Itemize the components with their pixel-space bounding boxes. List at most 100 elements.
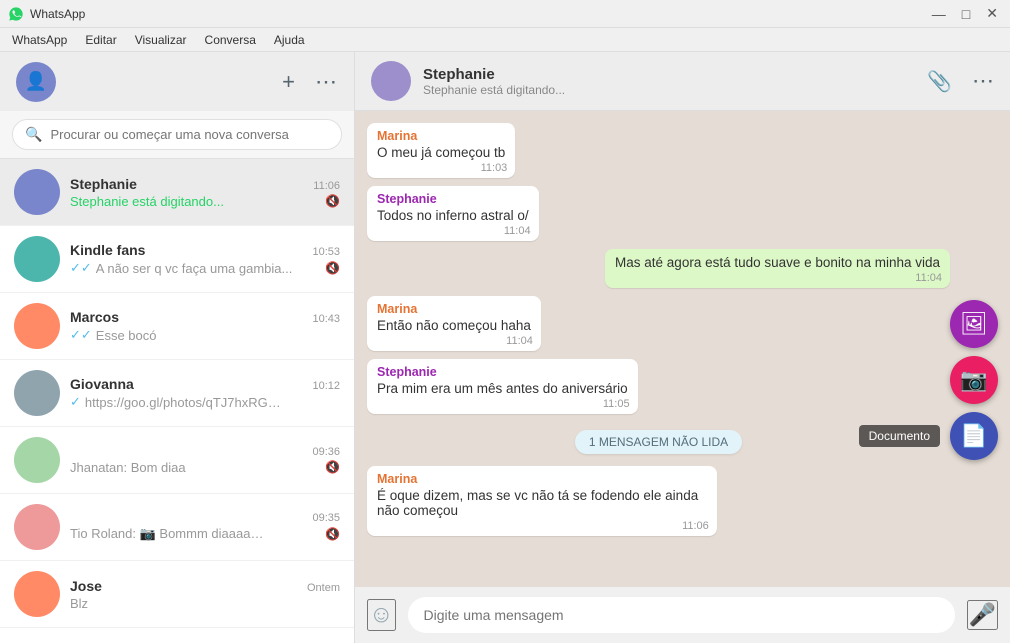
chat-item-stephanie[interactable]: Stephanie 11:06 Stephanie está digitando… (0, 159, 354, 226)
chat-time: 09:35 (312, 512, 340, 524)
close-button[interactable]: ✕ (982, 5, 1002, 22)
chat-item-jose[interactable]: Jose Ontem Blz (0, 561, 354, 628)
chat-name: Stephanie (70, 176, 137, 192)
message-time: 11:03 (481, 162, 508, 174)
main-layout: 👤 + ⋯ 🔍 Stephanie 11:06 (0, 52, 1010, 643)
input-bar: ☺ 🎤 (355, 587, 1010, 643)
maximize-button[interactable]: □ (958, 5, 974, 22)
more-options-button[interactable]: ⋯ (315, 69, 338, 95)
chat-info: 09:35 Tio Roland: 📷 Bommm diaaaaaaa g...… (70, 512, 340, 542)
camera-fab-button[interactable]: 📷 (950, 356, 998, 404)
double-check-icon: ✓ (70, 394, 81, 410)
chat-preview: Tio Roland: 📷 Bommm diaaaaaaa g... 🔇 (70, 526, 340, 542)
chat-name: Kindle fans (70, 242, 145, 258)
chat-preview-text: A não ser q vc faça uma gambia... (96, 261, 293, 276)
chat-preview: ✓ https://goo.gl/photos/qTJ7hxRGuP... (70, 394, 340, 410)
paperclip-button[interactable]: 📎 (927, 69, 952, 94)
whatsapp-icon (8, 6, 24, 22)
avatar (14, 236, 60, 282)
chat-header-info: Stephanie Stephanie está digitando... (423, 66, 915, 97)
unread-badge: 1 MENSAGEM NÃO LIDA (575, 430, 742, 454)
message-text: Então não começou haha (377, 318, 531, 333)
message-text: É oque dizem, mas se vc não tá se fodend… (377, 488, 698, 518)
messages-flex: Marina O meu já começou tb 11:03 Stephan… (367, 123, 950, 540)
message-bubble: Marina O meu já começou tb 11:03 (367, 123, 515, 178)
sidebar-header-icons: + ⋯ (282, 69, 338, 95)
message-time: 11:04 (504, 225, 531, 237)
bubble-inner: Marina O meu já começou tb 11:03 (367, 123, 515, 178)
bubble-inner: Mas até agora está tudo suave e bonito n… (605, 249, 950, 288)
chat-info: Marcos 10:43 ✓✓ Esse bocó (70, 309, 340, 343)
mute-icon: 🔇 (325, 527, 340, 541)
new-chat-button[interactable]: + (282, 69, 295, 95)
bubble-inner: Marina Então não começou haha 11:04 (367, 296, 541, 351)
message-sender: Stephanie (377, 365, 628, 379)
message-text: Pra mim era um mês antes do aniversário (377, 381, 628, 396)
message-input[interactable] (408, 597, 955, 633)
emoji-button[interactable]: ☺ (367, 599, 396, 631)
document-fab-wrap: Documento 📄 (950, 412, 998, 460)
chat-item-tio-roland[interactable]: 09:35 Tio Roland: 📷 Bommm diaaaaaaa g...… (0, 494, 354, 561)
chat-name: Jose (70, 578, 102, 594)
contact-name: Stephanie (423, 66, 915, 83)
chat-preview: Stephanie está digitando... 🔇 (70, 194, 340, 209)
chat-item-giovanna[interactable]: Giovanna 10:12 ✓ https://goo.gl/photos/q… (0, 360, 354, 427)
chat-info: Kindle fans 10:53 ✓✓ A não ser q vc faça… (70, 242, 340, 276)
minimize-button[interactable]: — (928, 5, 950, 22)
menu-ajuda[interactable]: Ajuda (266, 31, 313, 49)
chat-item-kindle[interactable]: Kindle fans 10:53 ✓✓ A não ser q vc faça… (0, 226, 354, 293)
message-text: Mas até agora está tudo suave e bonito n… (615, 255, 940, 270)
message-bubble: Stephanie Pra mim era um mês antes do an… (367, 359, 638, 414)
message-bubble: Marina Então não começou haha 11:04 (367, 296, 541, 351)
chat-preview: ✓✓ A não ser q vc faça uma gambia... 🔇 (70, 260, 340, 276)
chat-info: Jose Ontem Blz (70, 578, 340, 611)
avatar (14, 169, 60, 215)
chat-preview: Blz (70, 596, 340, 611)
chat-info: Giovanna 10:12 ✓ https://goo.gl/photos/q… (70, 376, 340, 410)
chat-preview: ✓✓ Esse bocó (70, 327, 340, 343)
contact-status: Stephanie está digitando... (423, 83, 915, 97)
chat-name: Giovanna (70, 376, 134, 392)
chat-top: Stephanie 11:06 (70, 176, 340, 192)
message-bubble: Marina É oque dizem, mas se vc não tá se… (367, 466, 717, 536)
chat-preview-text: Jhanatan: Bom diaa (70, 460, 186, 475)
menu-whatsapp[interactable]: WhatsApp (4, 31, 75, 49)
chat-panel: Stephanie Stephanie está digitando... 📎 … (355, 52, 1010, 643)
menu-conversa[interactable]: Conversa (197, 31, 264, 49)
document-fab-button[interactable]: 📄 (950, 412, 998, 460)
bubble-inner: Stephanie Pra mim era um mês antes do an… (367, 359, 638, 414)
mute-icon: 🔇 (325, 460, 340, 474)
message-time: 11:04 (915, 272, 942, 284)
photos-fab-button[interactable]: 🖼 (950, 300, 998, 348)
message-time: 11:05 (603, 398, 630, 410)
sidebar: 👤 + ⋯ 🔍 Stephanie 11:06 (0, 52, 355, 643)
avatar (14, 370, 60, 416)
chat-item-jhanatan[interactable]: 09:36 Jhanatan: Bom diaa 🔇 (0, 427, 354, 494)
menu-visualizar[interactable]: Visualizar (127, 31, 195, 49)
chat-top: Kindle fans 10:53 (70, 242, 340, 258)
chat-time: Ontem (307, 582, 340, 594)
chat-time: 09:36 (312, 446, 340, 458)
chat-preview-text: Stephanie está digitando... (70, 194, 224, 209)
search-input[interactable] (50, 127, 329, 142)
chat-more-button[interactable]: ⋯ (972, 68, 994, 94)
chat-top: Giovanna 10:12 (70, 376, 340, 392)
fab-panel: 🖼 📷 Documento 📄 (950, 300, 998, 460)
document-tooltip: Documento (859, 425, 940, 447)
message-bubble: Mas até agora está tudo suave e bonito n… (605, 249, 950, 288)
menu-editar[interactable]: Editar (77, 31, 124, 49)
chat-preview-text: Blz (70, 596, 88, 611)
avatar (14, 504, 60, 550)
chat-item-marcos[interactable]: Marcos 10:43 ✓✓ Esse bocó (0, 293, 354, 360)
sidebar-header: 👤 + ⋯ (0, 52, 354, 111)
avatar (14, 437, 60, 483)
message-text: Todos no inferno astral o/ (377, 208, 529, 223)
chat-name: Marcos (70, 309, 119, 325)
chat-preview-text: https://goo.gl/photos/qTJ7hxRGuP... (85, 395, 285, 410)
chat-list: Stephanie 11:06 Stephanie está digitando… (0, 159, 354, 643)
mute-icon: 🔇 (325, 194, 340, 208)
chat-time: 10:53 (312, 246, 340, 258)
chat-header-icons: 📎 ⋯ (927, 68, 994, 94)
message-sender: Marina (377, 472, 707, 486)
mic-button[interactable]: 🎤 (967, 600, 998, 630)
